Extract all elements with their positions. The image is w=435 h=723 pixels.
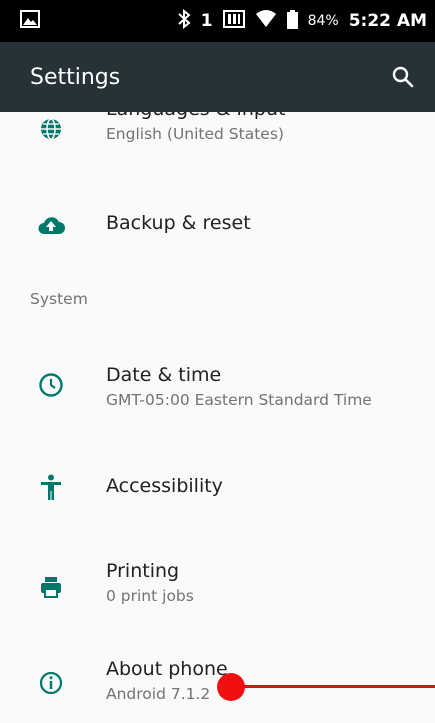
settings-item-title: Backup & reset (106, 212, 251, 234)
status-bar: 1 84% 5:22 AM (0, 0, 435, 42)
battery-icon (286, 9, 298, 33)
sim-number: 1 (200, 11, 213, 31)
globe-icon (36, 114, 66, 144)
settings-item-printing[interactable]: Printing 0 print jobs (0, 552, 435, 622)
search-button[interactable] (385, 59, 421, 95)
settings-item-summary: 0 print jobs (106, 587, 194, 605)
wifi-icon (255, 10, 277, 32)
settings-item-title: Date & time (106, 364, 222, 386)
info-icon (36, 668, 66, 698)
search-icon (392, 66, 414, 88)
settings-item-summary: English (United States) (106, 125, 284, 143)
section-header-system: System (30, 290, 88, 308)
image-notification-icon (20, 10, 40, 32)
cloud-upload-icon (36, 210, 66, 240)
touch-indicator (217, 673, 245, 701)
settings-item-accessibility[interactable]: Accessibility (0, 460, 435, 516)
settings-item-backup[interactable]: Backup & reset (0, 188, 435, 262)
settings-item-summary: Android 7.1.2 (106, 685, 211, 703)
battery-percent: 84% (307, 13, 339, 29)
settings-item-title: Accessibility (106, 475, 223, 497)
settings-item-summary: GMT-05:00 Eastern Standard Time (106, 391, 372, 409)
accessibility-icon (36, 472, 66, 502)
touch-trail (240, 685, 435, 688)
settings-item-title: About phone (106, 658, 228, 680)
settings-item-languages[interactable]: Languages & input English (United States… (0, 112, 435, 168)
clock: 5:22 AM (348, 11, 427, 31)
page-title: Settings (30, 64, 121, 90)
settings-item-title: Printing (106, 560, 180, 582)
settings-item-title: Languages & input (106, 112, 285, 120)
printer-icon (36, 572, 66, 602)
clock-icon (36, 370, 66, 400)
settings-list: Languages & input English (United States… (0, 112, 435, 723)
bluetooth-icon (177, 8, 191, 33)
settings-item-date-time[interactable]: Date & time GMT-05:00 Eastern Standard T… (0, 352, 435, 432)
nfc-icon (222, 10, 245, 32)
app-bar: Settings (0, 42, 435, 112)
